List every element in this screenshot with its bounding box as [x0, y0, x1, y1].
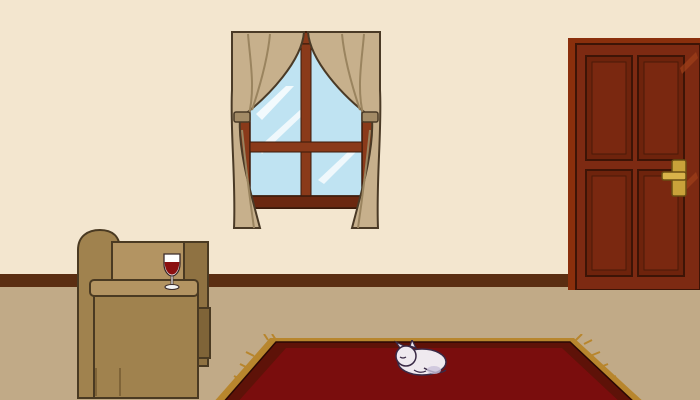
- sleeping-cat[interactable]: [386, 340, 450, 380]
- wine-glass[interactable]: [160, 252, 184, 292]
- room-scene: [0, 0, 700, 400]
- armchair[interactable]: [72, 228, 218, 400]
- door[interactable]: [568, 38, 700, 290]
- window[interactable]: [230, 30, 382, 234]
